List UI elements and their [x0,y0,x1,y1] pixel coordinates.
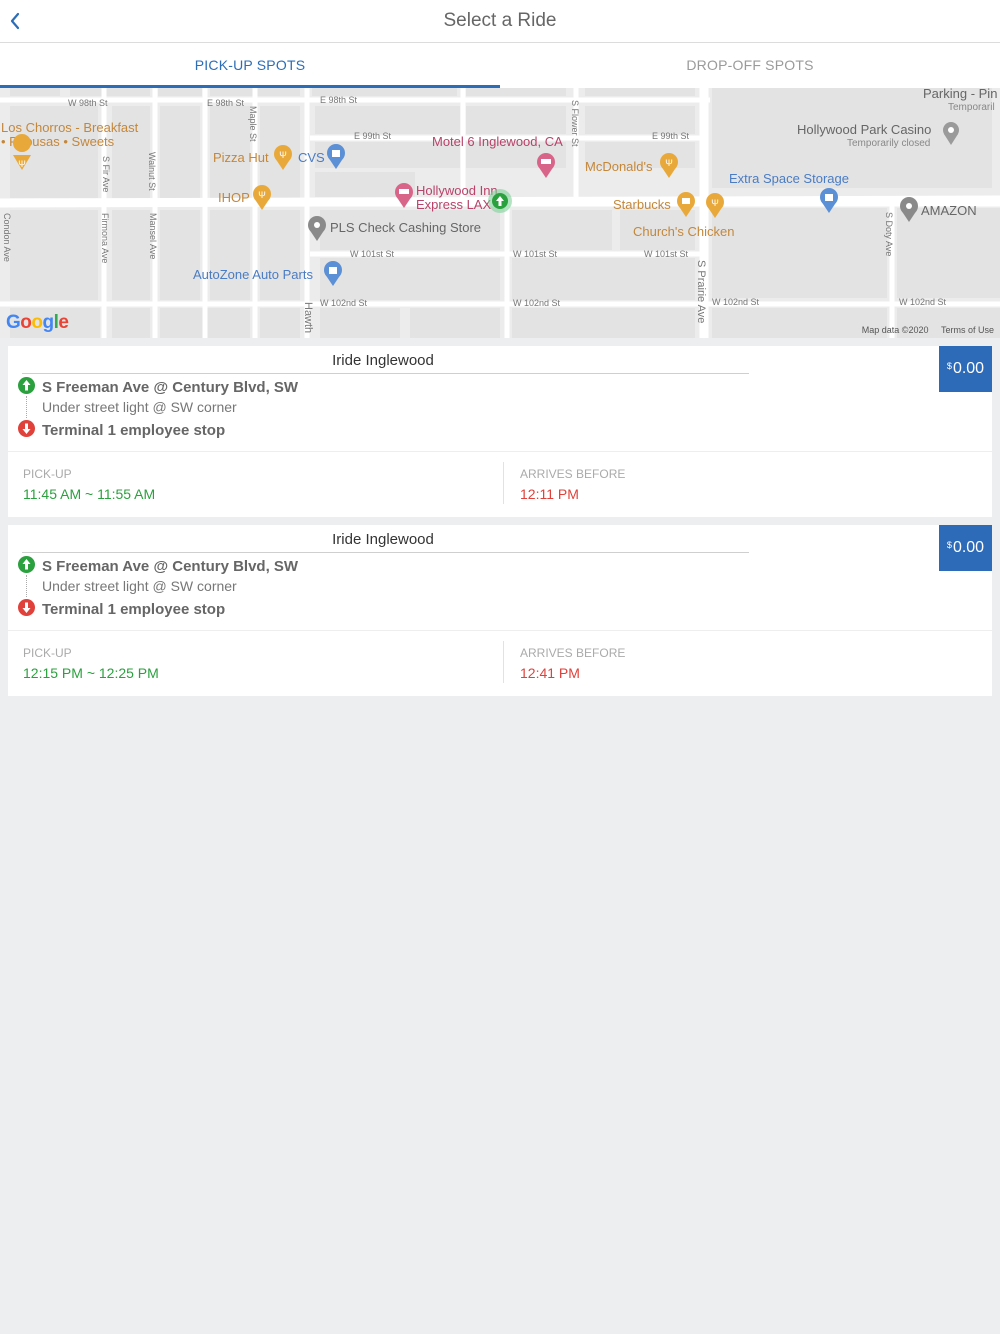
arrives-before-label: ARRIVES BEFORE [520,467,626,481]
poi-label: Los Chorros - Breakfast [1,120,139,135]
poi-label: Temporarily closed [847,138,930,149]
poi-label: McDonald's [585,159,653,174]
price-badge: $0.00 [939,525,992,571]
top-bar: Select a Ride [0,0,1000,43]
divider [22,552,749,553]
street-label: Mansel Ave [148,213,158,259]
currency-symbol: $ [946,540,952,550]
poi-label: Hollywood Inn [416,183,498,198]
price-value: 0.00 [952,360,985,377]
poi-label: Church's Chicken [633,224,734,239]
pickup-stop-description: Under street light @ SW corner [42,578,237,594]
dropoff-stop-name: Terminal 1 employee stop [42,601,226,618]
price-badge: $0.00 [939,346,992,392]
street-label: W 98th St [68,98,108,108]
poi-label: AutoZone Auto Parts [193,267,313,282]
map-view[interactable]: W 98th St E 98th St E 98th St E 99th St … [0,88,1000,338]
map-attribution: Map data ©2020 Terms of Use [852,325,994,335]
arrival-time: 12:41 PM [520,665,580,681]
street-label: E 99th St [354,131,392,141]
google-logo: Google [6,312,69,333]
ride-operator: Iride Inglewood [332,352,434,369]
currency-symbol: $ [946,361,952,371]
pickup-label: PICK-UP [23,467,72,481]
svg-text:Ψ: Ψ [258,190,266,200]
street-label: S Doty Ave [884,212,894,256]
poi-label: IHOP [218,190,250,205]
pickup-time-window: 11:45 AM ~ 11:55 AM [23,486,156,502]
map-data-text: Map data ©2020 [861,325,929,335]
street-label: Firmona Ave [100,213,110,263]
svg-text:Ψ: Ψ [18,159,26,169]
pickup-time-window: 12:15 PM ~ 12:25 PM [23,665,159,681]
dropoff-arrow-icon [18,420,35,437]
dropoff-arrow-icon [18,599,35,616]
poi-label: Motel 6 Inglewood, CA [432,134,563,149]
street-label: W 101st St [350,249,395,259]
pickup-label: PICK-UP [23,646,72,660]
poi-label: Starbucks [613,197,671,212]
street-label: Walnut St [147,152,157,191]
street-label: S Prairie Ave [695,260,707,323]
svg-text:Ψ: Ψ [711,198,719,208]
poi-label: Pizza Hut [213,150,269,165]
arrives-before-label: ARRIVES BEFORE [520,646,626,660]
street-label: W 102nd St [513,298,561,308]
terms-link[interactable]: Terms of Use [941,325,994,335]
ride-operator: Iride Inglewood [332,531,434,548]
tab-pickup-spots[interactable]: PICK-UP SPOTS [0,43,500,88]
arrival-time: 12:11 PM [520,486,579,502]
divider [22,373,749,374]
divider [8,451,992,452]
poi-label: PLS Check Cashing Store [330,220,481,235]
divider [503,462,504,504]
poi-label: Parking - Pin [923,88,997,101]
price-value: 0.00 [952,539,985,556]
street-label: W 102nd St [712,297,760,307]
street-label: E 99th St [652,131,690,141]
poi-label: Express LAX [416,197,491,212]
poi-label: Temporaril [948,102,995,113]
street-label: Maple St [248,106,258,142]
map-canvas: W 98th St E 98th St E 98th St E 99th St … [0,88,1000,338]
poi-label: AMAZON [921,203,977,218]
route-connector [26,396,27,418]
svg-text:Ψ: Ψ [279,150,287,160]
pickup-arrow-icon [18,556,35,573]
street-label: E 98th St [207,98,245,108]
divider [8,630,992,631]
selected-stop-marker[interactable] [488,189,512,213]
ride-card[interactable]: Iride Inglewood $0.00 S Freeman Ave @ Ce… [8,525,992,696]
street-label: W 102nd St [320,298,368,308]
street-label: W 102nd St [899,297,947,307]
poi-label: Hollywood Park Casino [797,122,931,137]
poi-label: Extra Space Storage [729,171,849,186]
route-connector [26,575,27,597]
poi-label: CVS [298,150,325,165]
svg-text:Ψ: Ψ [665,158,673,168]
street-label: Hawth [302,302,314,333]
street-label: E 98th St [320,95,358,105]
street-label: S Flower St [570,100,580,147]
pickup-stop-name: S Freeman Ave @ Century Blvd, SW [42,379,299,396]
tab-dropoff-spots[interactable]: DROP-OFF SPOTS [500,43,1000,88]
pickup-arrow-icon [18,377,35,394]
pickup-stop-description: Under street light @ SW corner [42,399,237,415]
ride-card[interactable]: Iride Inglewood $0.00 S Freeman Ave @ Ce… [8,346,992,517]
page-title: Select a Ride [443,10,557,31]
divider [503,641,504,683]
street-label: Condon Ave [2,213,12,262]
hotel-pin-icon[interactable] [537,153,555,178]
street-label: W 101st St [513,249,558,259]
restaurant-pin-icon[interactable]: Ψ [660,153,678,178]
street-label: S Fir Ave [101,156,111,192]
spot-tabs: PICK-UP SPOTS DROP-OFF SPOTS [0,43,1000,88]
pickup-stop-name: S Freeman Ave @ Century Blvd, SW [42,558,299,575]
street-label: W 101st St [644,249,689,259]
dropoff-stop-name: Terminal 1 employee stop [42,422,226,439]
